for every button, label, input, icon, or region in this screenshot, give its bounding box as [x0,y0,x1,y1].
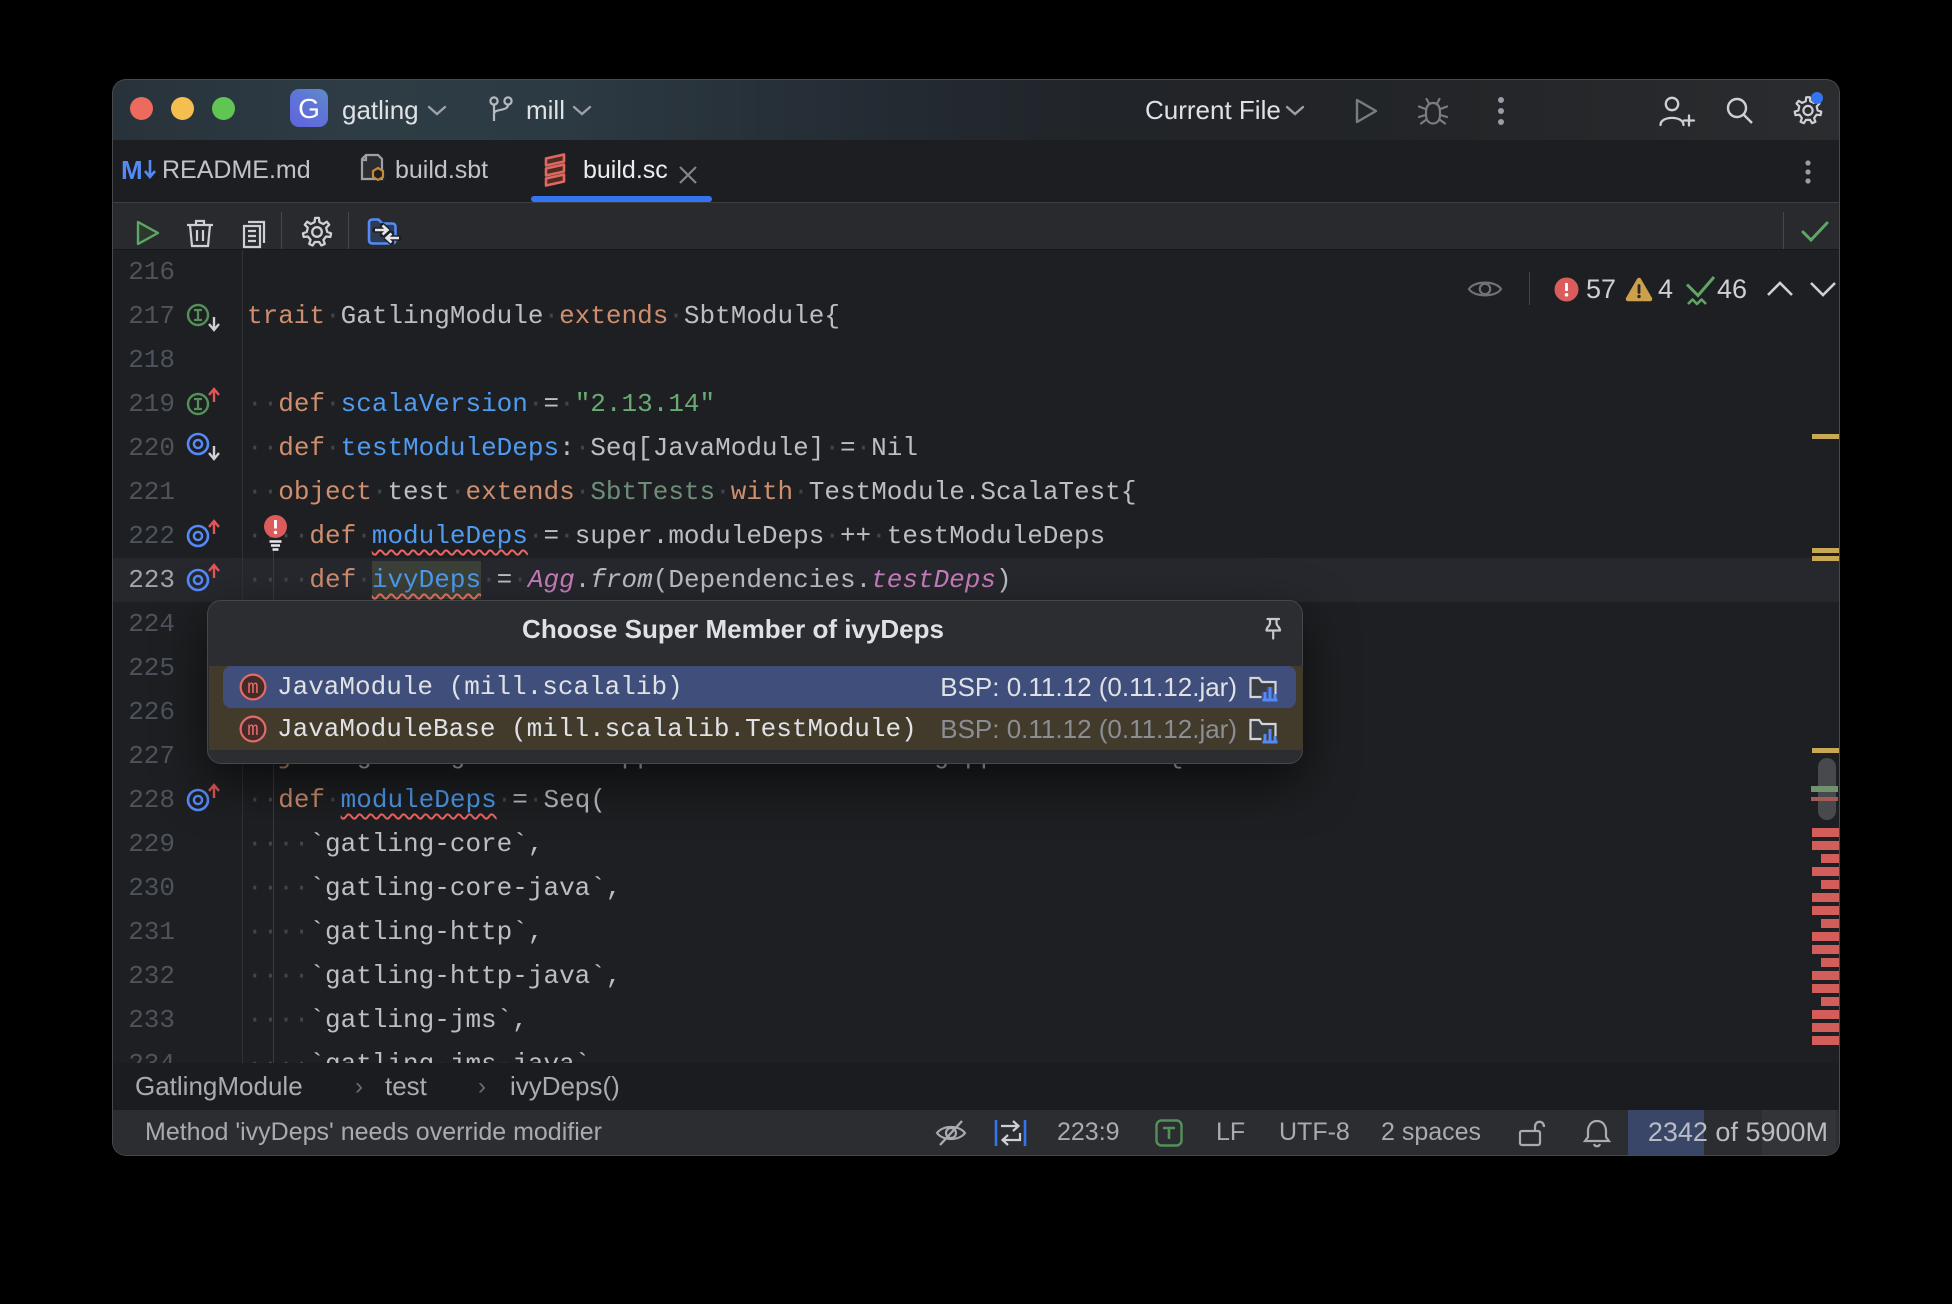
svg-text:m: m [247,719,258,741]
svg-text:m: m [247,677,258,699]
